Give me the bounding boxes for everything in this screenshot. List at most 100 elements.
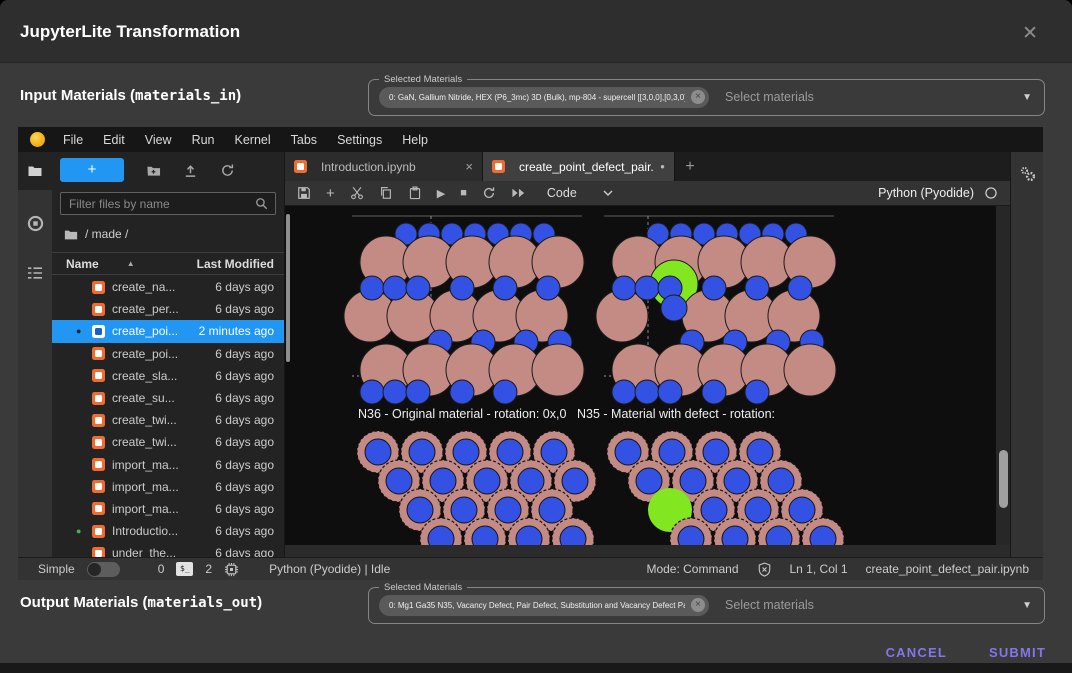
new-tab-button[interactable]: + (675, 152, 705, 181)
tab-create-point-defect-pair-ip[interactable]: create_point_defect_pair.ip ● (483, 152, 675, 181)
add-cell-icon[interactable]: + (326, 185, 335, 202)
filter-files-box[interactable] (60, 192, 276, 215)
column-last-modified[interactable]: Last Modified (197, 257, 274, 271)
sidebar-tab-running[interactable] (18, 204, 52, 242)
file-name: create_poi... (112, 347, 178, 361)
dropdown-arrow-icon[interactable]: ▼ (1022, 92, 1032, 103)
menu-kernel[interactable]: Kernel (225, 133, 281, 147)
file-row[interactable]: import_ma...6 days ago (52, 476, 284, 498)
materials-visualization: N36 - Original material - rotation: 0x,0… (285, 206, 996, 545)
file-modified: 6 days ago (215, 391, 274, 405)
file-row[interactable]: create_twi...6 days ago (52, 409, 284, 431)
file-row[interactable]: import_ma...6 days ago (52, 454, 284, 476)
cell-collapser[interactable] (286, 214, 290, 362)
file-modified: 6 days ago (215, 502, 274, 516)
sidebar-tab-files[interactable] (18, 152, 52, 190)
save-icon[interactable] (297, 186, 311, 200)
restart-run-all-icon[interactable] (511, 187, 526, 199)
file-row[interactable]: ●Introductio...6 days ago (52, 520, 284, 542)
menu-bar-items: FileEditViewRunKernelTabsSettingsHelp (53, 133, 438, 147)
trust-shield-icon[interactable] (757, 562, 772, 577)
cut-cells-icon[interactable] (350, 186, 364, 200)
cell-type-dropdown[interactable]: Code (547, 186, 613, 200)
file-modified: 6 days ago (215, 524, 274, 538)
file-name: create_twi... (112, 435, 177, 449)
transformation-dialog: JupyterLite Transformation ✕ Input Mater… (0, 0, 1072, 673)
file-modified: 6 days ago (215, 458, 274, 472)
chip-remove-icon[interactable]: × (691, 90, 705, 104)
output-materials-select[interactable]: Selected Materials 0: Mg1 Ga35 N35, Vaca… (368, 582, 1045, 624)
notebook-file-icon (92, 458, 105, 471)
notebook-file-icon (92, 392, 105, 405)
run-cell-icon[interactable]: ▶ (437, 187, 445, 200)
file-name: under_the... (112, 546, 176, 557)
menu-file[interactable]: File (53, 133, 93, 147)
close-icon[interactable]: ✕ (1022, 22, 1038, 45)
open-dot: ● (76, 326, 92, 336)
file-list: create_na...6 days agocreate_per...6 day… (52, 276, 284, 557)
simple-mode-toggle[interactable] (87, 562, 120, 577)
sidebar-tab-toc[interactable] (18, 254, 52, 292)
output-materials-legend: Selected Materials (379, 582, 467, 593)
new-folder-icon[interactable] (146, 163, 161, 178)
output-material-chip[interactable]: 0: Mg1 Ga35 N35, Vacancy Defect, Pair De… (379, 595, 709, 616)
file-row[interactable]: create_su...6 days ago (52, 387, 284, 409)
file-row[interactable]: create_per...6 days ago (52, 298, 284, 320)
file-row[interactable]: under_the...6 days ago (52, 542, 284, 557)
file-row[interactable]: create_sla...6 days ago (52, 365, 284, 387)
menu-run[interactable]: Run (182, 133, 225, 147)
breadcrumb-path: / made / (85, 227, 128, 241)
dialog-titlebar: JupyterLite Transformation ✕ (0, 0, 1072, 63)
right-sidebar (1010, 152, 1043, 557)
submit-button[interactable]: SUBMIT (989, 645, 1046, 660)
menu-help[interactable]: Help (392, 133, 438, 147)
tab-bar: Introduction.ipynb×create_point_defect_p… (285, 152, 1010, 181)
input-material-chip[interactable]: 0: GaN, Gallium Nitride, HEX (P6_3mc) 3D… (379, 87, 709, 108)
notebook-file-icon (92, 303, 105, 316)
tab-label: create_point_defect_pair.ip (519, 160, 653, 174)
copy-cells-icon[interactable] (379, 186, 393, 200)
upload-icon[interactable] (183, 163, 198, 178)
column-name[interactable]: Name (66, 257, 99, 271)
notebook-scrollbar[interactable] (996, 206, 1010, 545)
refresh-icon[interactable] (220, 163, 235, 178)
status-bar: Simple 0 $_ 2 Python (Pyodide) | Idle Mo… (18, 557, 1043, 580)
notebook-output-area[interactable]: N36 - Original material - rotation: 0x,0… (285, 206, 996, 545)
file-name: create_poi... (112, 324, 178, 338)
chip-remove-icon[interactable]: × (691, 598, 705, 612)
kernel-status-text[interactable]: Python (Pyodide) | Idle (269, 562, 390, 576)
file-modified: 2 minutes ago (199, 324, 274, 338)
tab-introduction-ipynb[interactable]: Introduction.ipynb× (285, 152, 483, 181)
input-materials-select[interactable]: Selected Materials 0: GaN, Gallium Nitri… (368, 74, 1045, 116)
tab-close-icon[interactable]: × (465, 159, 473, 174)
file-row[interactable]: create_twi...6 days ago (52, 431, 284, 453)
file-row[interactable]: ● create_poi... 2 minutes ago (52, 320, 284, 342)
menu-view[interactable]: View (135, 133, 182, 147)
cursor-position[interactable]: Ln 1, Col 1 (790, 562, 848, 576)
terminal-count[interactable]: 0 (158, 562, 165, 576)
new-launcher-button[interactable]: + (60, 158, 124, 182)
menu-edit[interactable]: Edit (93, 133, 135, 147)
filter-files-input[interactable] (69, 197, 255, 211)
notebook-file-icon (92, 414, 105, 427)
dropdown-arrow-icon[interactable]: ▼ (1022, 600, 1032, 611)
command-mode-indicator: Mode: Command (646, 562, 738, 576)
menu-tabs[interactable]: Tabs (281, 133, 327, 147)
property-inspector-gears-icon[interactable] (1019, 166, 1037, 184)
file-row[interactable]: import_ma...6 days ago (52, 498, 284, 520)
file-row[interactable]: create_poi...6 days ago (52, 343, 284, 365)
file-modified: 6 days ago (215, 480, 274, 494)
notebook-file-icon (294, 160, 307, 173)
kernel-name[interactable]: Python (Pyodide) (878, 186, 974, 200)
unsaved-changes-dot[interactable]: ● (660, 162, 665, 171)
kernel-count[interactable]: 2 (205, 562, 212, 576)
kernel-status-icon (984, 186, 998, 200)
file-row[interactable]: create_na...6 days ago (52, 276, 284, 298)
paste-cells-icon[interactable] (408, 186, 422, 200)
stop-kernel-icon[interactable]: ■ (460, 187, 467, 199)
scrollbar-thumb[interactable] (999, 450, 1008, 508)
cancel-button[interactable]: CANCEL (886, 645, 947, 660)
menu-settings[interactable]: Settings (327, 133, 392, 147)
restart-kernel-icon[interactable] (482, 186, 496, 200)
breadcrumb[interactable]: / made / (64, 227, 128, 241)
